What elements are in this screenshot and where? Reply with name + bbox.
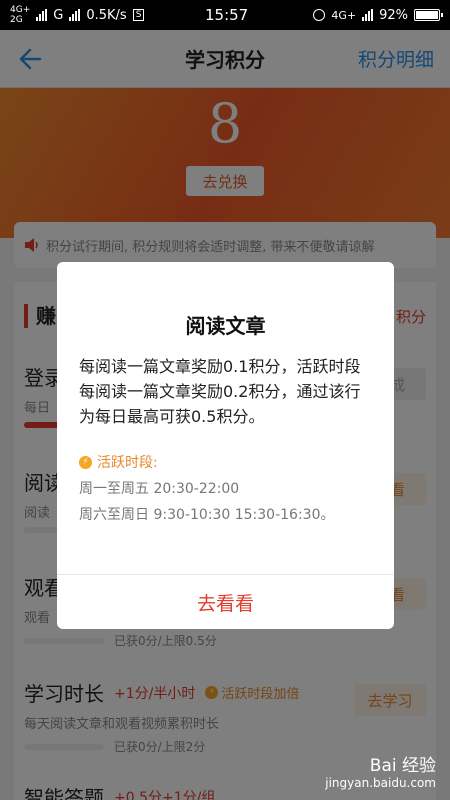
network-speed: 0.5K/s [86, 7, 127, 23]
active-slot-weekday: 周一至周五 20:30-22:00 [79, 481, 240, 497]
alarm-icon [313, 9, 326, 21]
network-type-top: 4G+ [10, 5, 31, 15]
go-watch-button[interactable]: 去看看 [57, 575, 394, 629]
dialog-title: 阅读文章 [185, 314, 266, 338]
active-slot-weekend: 周六至周日 9:30-10:30 15:30-16:30。 [79, 507, 335, 523]
battery-fill [416, 11, 439, 19]
signal3-icon [362, 9, 374, 21]
network-indicator: 4G+ 2G [10, 5, 30, 25]
signal-icon [36, 9, 48, 21]
network-type-bottom: 2G [10, 15, 23, 25]
watermark-url: jingyan.baidu.com [325, 776, 436, 790]
battery-icon [414, 9, 443, 21]
watermark: Bai 经验 jingyan.baidu.com [325, 751, 436, 790]
watermark-brand: Bai 经验 [369, 756, 436, 776]
network-type-right: 4G+ [331, 8, 357, 22]
sim-icon: S [132, 9, 145, 21]
lightning-icon: ⚡ [79, 455, 92, 469]
signal2-icon [69, 9, 81, 21]
active-period-label: 活跃时段: [97, 455, 158, 471]
battery-percent: 92% [379, 7, 408, 23]
dialog-body: 每阅读一篇文章奖励0.1积分，活跃时段每阅读一篇文章奖励0.2积分，通过该行为每… [79, 357, 361, 426]
carrier2-label: G [53, 7, 64, 23]
active-period-heading: ⚡ 活跃时段: [79, 452, 158, 472]
clock: 15:57 [205, 6, 249, 24]
status-bar: 4G+ 2G G 0.5K/s S 15:57 4G+ 92% [0, 0, 450, 30]
read-article-dialog: 阅读文章 每阅读一篇文章奖励0.1积分，活跃时段每阅读一篇文章奖励0.2积分，通… [57, 262, 394, 629]
